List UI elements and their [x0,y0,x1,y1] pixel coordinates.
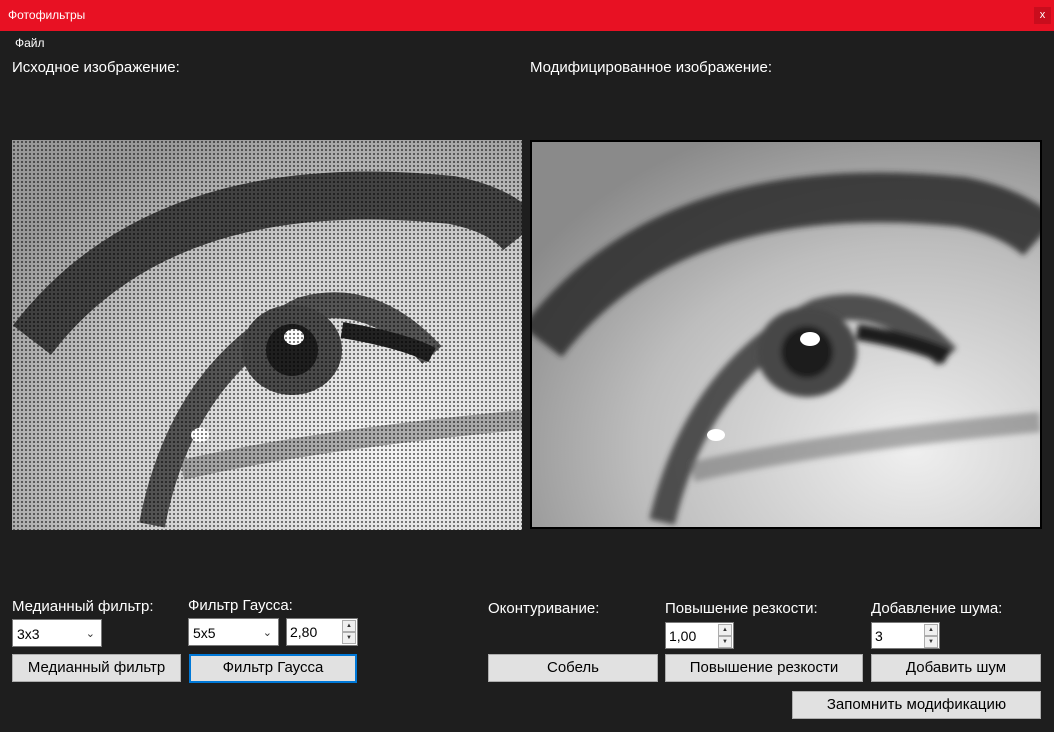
sharpen-label: Повышение резкости: [665,600,818,617]
sharpen-stepper[interactable]: 1,00 ▲ ▼ [665,622,734,649]
gauss-filter-button[interactable]: Фильтр Гаусса [189,654,357,683]
window-title: Фотофильтры [8,8,86,22]
modified-image [530,140,1042,529]
stepper-down-icon[interactable]: ▼ [342,632,356,644]
original-image-label: Исходное изображение: [12,59,180,76]
median-filter-button[interactable]: Медианный фильтр [12,654,181,682]
title-bar: Фотофильтры x [0,0,1054,31]
median-filter-label: Медианный фильтр: [12,598,154,615]
menu-file[interactable]: Файл [15,36,45,50]
sobel-button[interactable]: Собель [488,654,658,682]
gauss-sigma-stepper[interactable]: 2,80 ▲ ▼ [286,618,358,646]
chevron-down-icon: ⌄ [85,628,95,640]
noise-value: 3 [875,628,883,644]
chevron-down-icon: ⌄ [262,627,272,639]
gauss-sigma-value: 2,80 [290,624,318,640]
remember-modification-button[interactable]: Запомнить модификацию [792,691,1041,719]
gauss-size-select[interactable]: 5x5 ⌄ [188,618,279,646]
modified-image-label: Модифицированное изображение: [530,59,772,76]
stepper-up-icon[interactable]: ▲ [342,620,356,632]
stepper-down-icon[interactable]: ▼ [924,636,938,648]
sharpen-button[interactable]: Повышение резкости [665,654,863,682]
contour-label: Оконтуривание: [488,600,600,617]
noise-stepper[interactable]: 3 ▲ ▼ [871,622,940,649]
add-noise-button[interactable]: Добавить шум [871,654,1041,682]
sharpen-value: 1,00 [669,628,697,644]
gauss-size-value: 5x5 [193,625,216,641]
close-button[interactable]: x [1034,7,1051,24]
median-size-value: 3x3 [17,626,40,642]
noise-label: Добавление шума: [871,600,1003,617]
original-image [12,140,522,530]
stepper-down-icon[interactable]: ▼ [718,636,732,648]
median-size-select[interactable]: 3x3 ⌄ [12,619,102,647]
stepper-up-icon[interactable]: ▲ [718,624,732,636]
stepper-up-icon[interactable]: ▲ [924,624,938,636]
gauss-filter-label: Фильтр Гаусса: [188,597,293,614]
